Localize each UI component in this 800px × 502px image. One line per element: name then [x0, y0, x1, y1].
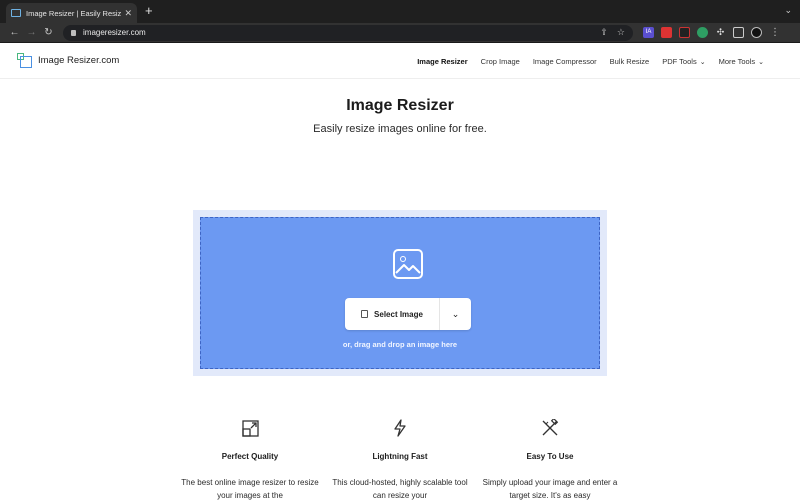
- resize-icon: [175, 418, 325, 438]
- extension-dark-icon[interactable]: [679, 27, 690, 38]
- feature-title: Lightning Fast: [372, 452, 428, 461]
- logo-icon: [17, 53, 32, 68]
- site-logo[interactable]: Image Resizer.com: [17, 53, 119, 68]
- nav-more-tools[interactable]: More Tools ⌄: [719, 57, 764, 66]
- nav-image-compressor[interactable]: Image Compressor: [533, 57, 597, 66]
- tab-title: Image Resizer | Easily Resize I: [26, 8, 122, 18]
- extension-red-icon[interactable]: [661, 27, 672, 38]
- profile-avatar[interactable]: [751, 27, 762, 38]
- file-icon: [361, 310, 369, 318]
- browser-tab[interactable]: Image Resizer | Easily Resize I ✕: [6, 3, 137, 23]
- upload-dropzone[interactable]: Select Image ⌄ or, drag and drop an imag…: [200, 217, 600, 369]
- image-upload-icon: [393, 249, 423, 279]
- site-header: Image Resizer.com Image Resizer Crop Ima…: [0, 43, 800, 79]
- extensions-area: IA ✣: [643, 27, 762, 38]
- feature-description: Simply upload your image and enter a tar…: [482, 478, 618, 500]
- chevron-down-icon: ⌄: [758, 59, 764, 66]
- reload-icon[interactable]: ↻: [40, 27, 57, 38]
- upload-source-dropdown[interactable]: ⌄: [440, 298, 471, 330]
- feature-title: Easy To Use: [526, 452, 574, 461]
- extension-ia-icon[interactable]: IA: [643, 27, 654, 38]
- nav-crop-image[interactable]: Crop Image: [481, 57, 520, 66]
- side-panel-icon[interactable]: [733, 27, 744, 38]
- close-tab-icon[interactable]: ✕: [124, 8, 132, 19]
- logo-text: Image Resizer.com: [38, 55, 120, 66]
- forward-icon[interactable]: →: [23, 27, 40, 38]
- nav-pdf-tools-label: PDF Tools: [662, 57, 697, 66]
- lock-icon: [71, 29, 76, 36]
- main-nav: Image Resizer Crop Image Image Compresso…: [417, 57, 764, 66]
- site-favicon-icon: [11, 9, 21, 17]
- drop-hint: or, drag and drop an image here: [342, 340, 458, 349]
- pencil-ruler-icon: [475, 418, 625, 438]
- page-title: Image Resizer: [346, 97, 454, 114]
- feature-easy-to-use: Easy To Use Simply upload your image and…: [475, 418, 625, 502]
- select-image-label: Select Image: [374, 309, 423, 319]
- nav-pdf-tools[interactable]: PDF Tools ⌄: [662, 57, 705, 66]
- browser-tab-strip: Image Resizer | Easily Resize I ✕ + ⌄: [0, 0, 800, 23]
- upload-dropzone-frame: Select Image ⌄ or, drag and drop an imag…: [193, 210, 607, 376]
- tab-search-icon[interactable]: ⌄: [784, 5, 792, 16]
- browser-toolbar: ← → ↻ imageresizer.com ⇪ ☆ IA ✣ ⋮: [0, 23, 800, 43]
- chevron-down-icon: ⌄: [451, 308, 460, 319]
- nav-more-tools-label: More Tools: [718, 57, 756, 66]
- select-image-button[interactable]: Select Image ⌄: [345, 298, 471, 330]
- address-bar[interactable]: imageresizer.com ⇪ ☆: [63, 24, 633, 41]
- share-icon[interactable]: ⇪: [600, 27, 608, 38]
- page-subtitle: Easily resize images online for free.: [313, 123, 487, 135]
- bookmark-star-icon[interactable]: ☆: [617, 27, 625, 38]
- chevron-down-icon: ⌄: [699, 59, 706, 66]
- extension-green-icon[interactable]: [697, 27, 708, 38]
- extensions-puzzle-icon[interactable]: ✣: [715, 27, 726, 38]
- feature-description: The best online image resizer to resize …: [181, 478, 319, 500]
- browser-menu-icon[interactable]: ⋮: [770, 27, 780, 38]
- nav-bulk-resize[interactable]: Bulk Resize: [610, 57, 650, 66]
- nav-image-resizer[interactable]: Image Resizer: [417, 57, 467, 66]
- select-image-main[interactable]: Select Image: [345, 298, 440, 330]
- new-tab-button[interactable]: +: [145, 4, 153, 18]
- feature-description: This cloud-hosted, highly scalable tool …: [332, 478, 468, 500]
- feature-perfect-quality: Perfect Quality The best online image re…: [175, 418, 325, 502]
- feature-lightning-fast: Lightning Fast This cloud-hosted, highly…: [325, 418, 475, 502]
- feature-title: Perfect Quality: [221, 452, 279, 461]
- back-icon[interactable]: ←: [6, 27, 23, 38]
- address-url: imageresizer.com: [83, 28, 146, 37]
- lightning-icon: [325, 418, 475, 438]
